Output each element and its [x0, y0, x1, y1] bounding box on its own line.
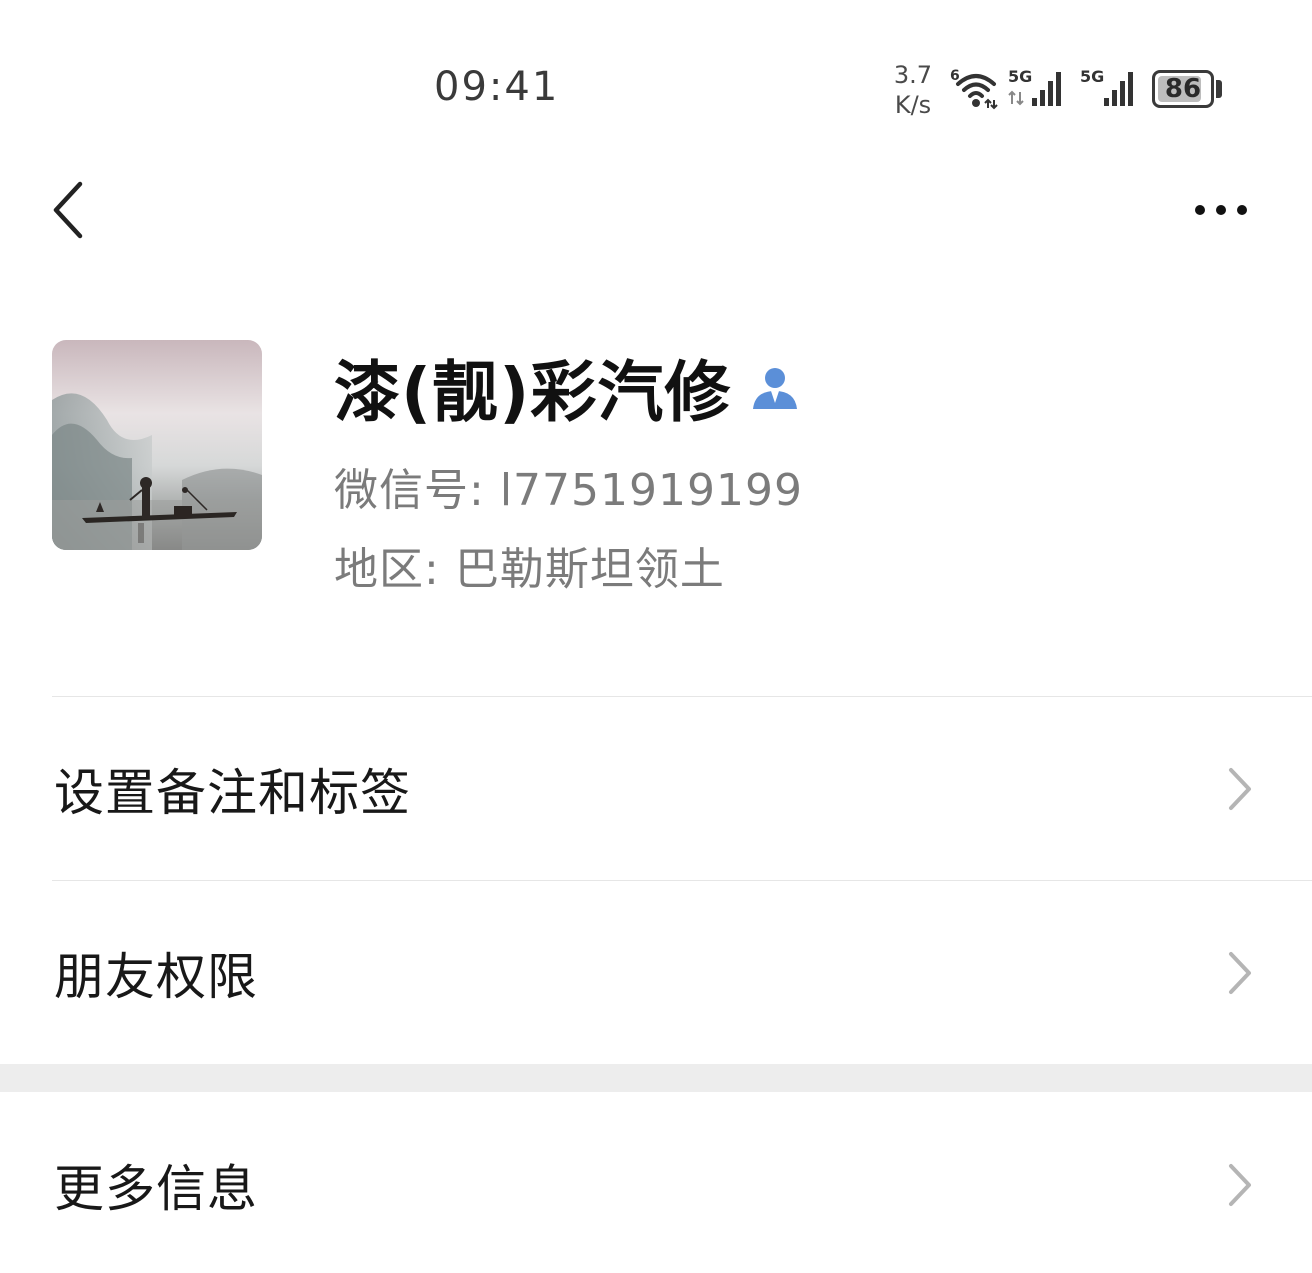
signal-icon: 5G	[1008, 67, 1061, 106]
more-dot	[1237, 205, 1247, 215]
menu-item-friend-permissions[interactable]: 朋友权限	[0, 881, 1312, 1064]
avatar-image	[52, 340, 262, 550]
profile-name: 漆(靓)彩汽修	[334, 354, 732, 431]
status-bar: 09:41 3.7 K/s 6 5G 5G 86	[0, 0, 1312, 140]
menu-item-label: 更多信息	[54, 1159, 258, 1218]
back-chevron-icon	[53, 181, 83, 239]
battery-level: 86	[1164, 74, 1202, 104]
network-speed-value: 3.7	[893, 61, 933, 89]
more-button[interactable]	[1176, 180, 1266, 240]
chevron-right-icon	[1229, 1163, 1251, 1206]
more-dots-icon	[1195, 205, 1205, 215]
avatar[interactable]	[52, 340, 262, 550]
section-separator	[0, 1064, 1312, 1092]
network-speed: 3.7 K/s	[888, 60, 938, 120]
sim1-label: 5G	[1008, 67, 1032, 86]
region-line: 地区: 巴勒斯坦领土	[334, 533, 725, 597]
battery-icon: 86	[1152, 70, 1214, 108]
battery-cap	[1216, 80, 1222, 98]
menu-item-remarks-tags[interactable]: 设置备注和标签	[0, 697, 1312, 880]
region-label: 地区:	[334, 544, 440, 595]
wechat-id-line: 微信号: l7751919199	[334, 454, 803, 518]
region-value: 巴勒斯坦领土	[454, 544, 725, 595]
profile-name-row: 漆(靓)彩汽修	[334, 345, 801, 431]
chevron-right-icon	[1229, 767, 1251, 810]
wechat-id-label: 微信号:	[334, 465, 485, 516]
wechat-id-value: l7751919199	[499, 465, 803, 516]
wifi-icon: 6	[950, 68, 998, 110]
signal-icon: 5G	[1080, 67, 1133, 106]
contact-person-icon	[753, 368, 798, 409]
back-button[interactable]	[36, 170, 100, 250]
menu-item-more-info[interactable]: 更多信息	[0, 1093, 1312, 1273]
chevron-right-icon	[1229, 951, 1251, 994]
sim2-label: 5G	[1080, 67, 1104, 86]
menu-item-label: 朋友权限	[54, 947, 258, 1006]
network-speed-unit: K/s	[894, 91, 932, 119]
more-dot	[1216, 205, 1226, 215]
status-time: 09:41	[434, 64, 560, 110]
menu-item-label: 设置备注和标签	[54, 763, 411, 822]
